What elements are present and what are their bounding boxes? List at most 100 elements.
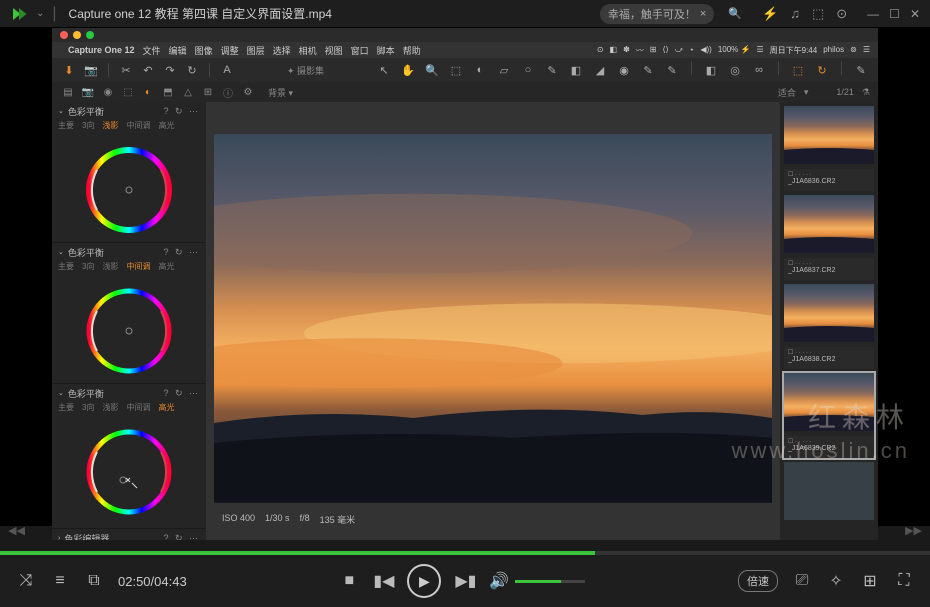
image-viewer[interactable]: ISO 400 1/30 s f/8 135 毫米 (206, 102, 780, 540)
next-icon[interactable]: ▶▮ (455, 571, 475, 591)
radial-icon[interactable]: ◉ (615, 61, 633, 79)
seek-back-icon[interactable]: ◀◀ (8, 524, 25, 537)
menu-item[interactable]: 图层 (247, 44, 265, 57)
collapse-icon[interactable]: ⌄ (58, 389, 64, 397)
status-icon[interactable]: ✽ (623, 45, 630, 56)
spot-icon[interactable]: ○ (519, 61, 537, 79)
status-icon[interactable]: ⊚ (850, 45, 857, 56)
layer-dropdown[interactable]: 背景 ▾ (268, 86, 293, 99)
collapse-icon[interactable]: ⌄ (58, 107, 64, 115)
meta-tab-icon[interactable]: ⓘ (220, 84, 236, 100)
library-tab-icon[interactable]: ▤ (60, 84, 76, 100)
traffic-close[interactable] (60, 31, 68, 39)
seek-fwd-icon[interactable]: ▶▶ (905, 524, 922, 537)
undo-icon[interactable]: ↶ (139, 61, 157, 79)
shuffle-icon[interactable]: ⤨ (16, 572, 36, 590)
menu-item[interactable]: 文件 (143, 44, 161, 57)
filter-icon[interactable]: ⚗ (862, 87, 870, 98)
keystone-icon[interactable]: ▱ (495, 61, 513, 79)
settings-icon[interactable]: ⊞ (860, 571, 880, 591)
fit-label[interactable]: 适合 (778, 86, 796, 99)
dropdown-icon[interactable]: ⌄ (36, 8, 44, 19)
output-tab-icon[interactable]: ⚙ (240, 84, 256, 100)
details-tab-icon[interactable]: △ (180, 84, 196, 100)
color-wheel[interactable] (79, 140, 179, 240)
thumbnail[interactable]: ☐ · · · · ·_J1A6838.CR2 (784, 284, 874, 369)
edit-icon[interactable]: ✎ (852, 61, 870, 79)
subtitle-icon[interactable]: ⎚ (792, 572, 812, 590)
wb-icon[interactable]: ✎ (663, 61, 681, 79)
sub-tab[interactable]: 中间调 (126, 402, 150, 416)
maximize-icon[interactable]: ☐ (889, 7, 900, 21)
menu-item[interactable]: 视图 (325, 44, 343, 57)
export-icon[interactable]: ⬚ (789, 61, 807, 79)
stop-icon[interactable]: ■ (339, 572, 359, 590)
playlist-icon[interactable]: ≡ (50, 572, 70, 590)
sub-tab[interactable]: 主要 (58, 402, 74, 416)
volume-icon[interactable]: 🔊 (489, 571, 509, 591)
battery-icon[interactable]: 100% ⚡ (718, 45, 751, 56)
volume-slider[interactable] (515, 580, 585, 583)
focus-icon[interactable]: ◎ (726, 61, 744, 79)
close-window-icon[interactable]: ✕ (910, 7, 920, 21)
color-wheel[interactable] (79, 281, 179, 381)
menu-item[interactable]: 窗口 (351, 44, 369, 57)
panel-tools[interactable]: ? ↻ ⋯ (163, 106, 200, 117)
play-button[interactable]: ▶ (407, 564, 441, 598)
sub-tab[interactable]: 浅影 (102, 261, 118, 275)
thumbnail-selected[interactable]: ☐ · · · · ·_J1A6839.CR2 (784, 373, 874, 458)
panel-tools[interactable]: ? ↻ ⋯ (163, 388, 200, 399)
picker-icon[interactable]: ✎ (639, 61, 657, 79)
camera-icon[interactable]: 📷 (82, 61, 100, 79)
fit-dropdown-icon[interactable]: ▾ (804, 87, 809, 98)
progress-bar[interactable] (0, 551, 930, 555)
status-icon[interactable]: 〰 (636, 45, 644, 56)
lens-tab-icon[interactable]: ◉ (100, 84, 116, 100)
sub-tab[interactable]: 高光 (158, 261, 174, 275)
wifi-icon[interactable]: ⤻ (675, 45, 684, 56)
sub-tab[interactable]: 主要 (58, 120, 74, 134)
volume-icon[interactable]: ◀)) (700, 45, 711, 56)
history-icon[interactable]: ⊙ (836, 6, 847, 22)
status-icon[interactable]: ⟨⟩ (663, 45, 669, 56)
pip-icon[interactable]: ⧉ (84, 572, 104, 590)
text-icon[interactable]: A (218, 61, 236, 79)
redo-icon[interactable]: ↷ (161, 61, 179, 79)
menu-item[interactable]: 帮助 (403, 44, 421, 57)
reset-icon[interactable]: ↻ (183, 61, 201, 79)
menu-item[interactable]: 脚本 (377, 44, 395, 57)
bt-icon[interactable]: ⋆ (689, 45, 694, 56)
sub-tab[interactable]: 中间调 (126, 120, 150, 134)
clock[interactable]: 周日下午9:44 (770, 45, 818, 56)
menu-icon[interactable]: ☰ (756, 45, 763, 56)
sub-tab[interactable]: 浅影 (102, 120, 118, 134)
status-icon[interactable]: ◧ (610, 45, 618, 56)
thumbnail[interactable]: ☐ · · · · ·_J1A6837.CR2 (784, 195, 874, 280)
panel-tools[interactable]: ? ↻ ⋯ (163, 533, 200, 541)
app-menu[interactable]: Capture One 12 (68, 45, 135, 55)
rotate-icon[interactable]: ◐ (471, 61, 489, 79)
sub-tab[interactable]: 3向 (82, 402, 94, 416)
menu-item[interactable]: 编辑 (169, 44, 187, 57)
close-icon[interactable]: × (700, 8, 706, 20)
sub-tab[interactable]: 中间调 (126, 261, 150, 275)
search-box[interactable]: 幸福，触手可及！ × (600, 4, 714, 24)
sub-tab[interactable]: 浅影 (102, 402, 118, 416)
adjust-tab-icon[interactable]: ⊞ (200, 84, 216, 100)
speed-icon[interactable]: ⚡ (762, 6, 778, 22)
exposure-tab-icon[interactable]: ⬒ (160, 84, 176, 100)
crop-tab-icon[interactable]: ⬚ (120, 84, 136, 100)
collapse-icon[interactable]: ⌄ (58, 248, 64, 256)
brush-icon[interactable]: ✎ (543, 61, 561, 79)
menu-item[interactable]: 图像 (195, 44, 213, 57)
sub-tab[interactable]: 3向 (82, 261, 94, 275)
capture-tab-icon[interactable]: 📷 (80, 84, 96, 100)
crop-icon[interactable]: ⬚ (447, 61, 465, 79)
eraser-icon[interactable]: ◧ (567, 61, 585, 79)
traffic-max[interactable] (86, 31, 94, 39)
import-icon[interactable]: ⬇ (60, 61, 78, 79)
speed-button[interactable]: 倍速 (738, 570, 778, 592)
gradient-icon[interactable]: ◢ (591, 61, 609, 79)
menu-item[interactable]: 相机 (299, 44, 317, 57)
color-tab-icon[interactable]: ◐ (140, 84, 156, 100)
